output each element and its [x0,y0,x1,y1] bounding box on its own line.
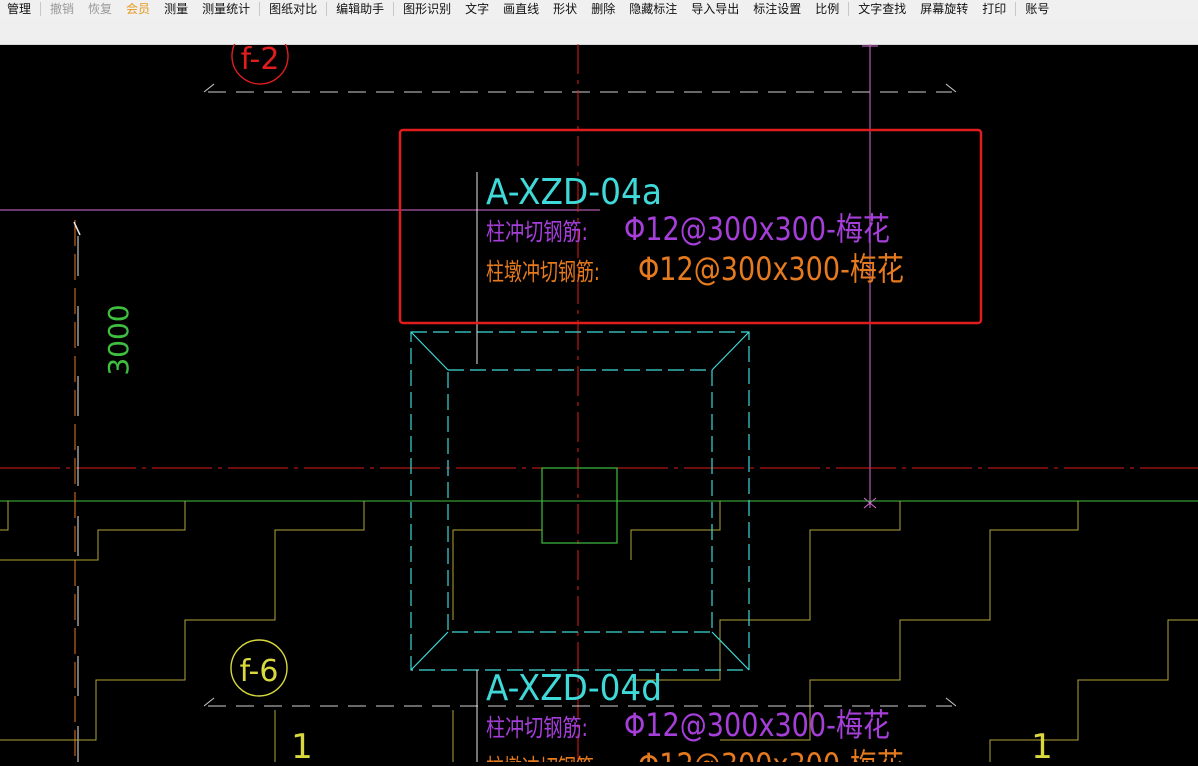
measure-stats-button[interactable]: 测量统计 [195,0,257,18]
label-line2-title: 柱墩冲切钢筋: [486,754,600,762]
delete-button[interactable]: 删除 [584,0,622,18]
axis-label-f2: f-2 [241,44,280,77]
toolbar-divider [1015,2,1017,16]
cad-drawing: f-2 3000 f-6 1 1 A-XZD-04a 柱冲切钢筋: Φ12@30… [0,27,1198,766]
label-line2-title: 柱墩冲切钢筋: [486,258,600,286]
print-button[interactable]: 打印 [975,0,1013,18]
label-id: A-XZD-04a [486,172,662,213]
scale-button[interactable]: 比例 [808,0,846,18]
text-search-button[interactable]: 文字查找 [851,0,913,18]
label-xzd-04a: A-XZD-04a 柱冲切钢筋: Φ12@300x300-梅花 柱墩冲切钢筋: … [486,172,904,288]
label-line1-title: 柱冲切钢筋: [486,218,588,246]
toolbar-divider [848,2,850,16]
left-dimension: 3000 [73,220,135,762]
screen-rotate-button[interactable]: 屏幕旋转 [913,0,975,18]
hide-annotations-button[interactable]: 隐藏标注 [622,0,684,18]
import-export-button[interactable]: 导入导出 [684,0,746,18]
label-line1-spec: Φ12@300x300-梅花 [624,706,890,744]
axis-bubble-f6: f-6 [230,639,288,697]
label-line1-spec: Φ12@300x300-梅花 [624,210,890,248]
label-xzd-04d: A-XZD-04d 柱冲切钢筋: Φ12@300x300-梅花 柱墩冲切钢筋: … [486,668,904,766]
toolbar-divider [393,2,395,16]
axis-line-top [203,83,957,93]
dimension-3000: 3000 [102,304,135,375]
menu-manage[interactable]: 管理 [0,0,38,18]
label-line2-spec: Φ12@300x300-梅花 [638,250,904,288]
member-button[interactable]: 会员 [119,0,157,18]
undo-button[interactable]: 撤销 [43,0,81,18]
axis-label-f6: f-6 [240,654,279,689]
grid-mark: 1 [291,727,313,762]
axis-bubble-f2: f-2 [231,27,289,85]
shape-recognition-button[interactable]: 图形识别 [396,0,458,18]
edit-assistant-button[interactable]: 编辑助手 [329,0,391,18]
text-button[interactable]: 文字 [458,0,496,18]
toolbar-divider [326,2,328,16]
label-id: A-XZD-04d [486,668,662,709]
secondary-toolbar [0,18,1198,45]
shape-button[interactable]: 形状 [546,0,584,18]
grid-mark: 1 [1031,727,1053,762]
label-line2-spec: Φ12@300x300-梅花 [638,746,904,762]
draw-line-button[interactable]: 画直线 [496,0,546,18]
drawing-canvas[interactable]: f-2 3000 f-6 1 1 A-XZD-04a 柱冲切钢筋: Φ12@30… [0,27,1198,766]
measure-button[interactable]: 测量 [157,0,195,18]
toolbar-divider [40,2,42,16]
account-button[interactable]: 账号 [1018,0,1056,18]
redo-button[interactable]: 恢复 [81,0,119,18]
label-line1-title: 柱冲切钢筋: [486,714,588,742]
top-toolbar: 管理 撤销 恢复 会员 测量 测量统计 图纸对比 编辑助手 图形识别 文字 画直… [0,0,1198,18]
annotation-settings-button[interactable]: 标注设置 [746,0,808,18]
toolbar-divider [259,2,261,16]
drawing-compare-button[interactable]: 图纸对比 [262,0,324,18]
column-square [541,467,618,544]
